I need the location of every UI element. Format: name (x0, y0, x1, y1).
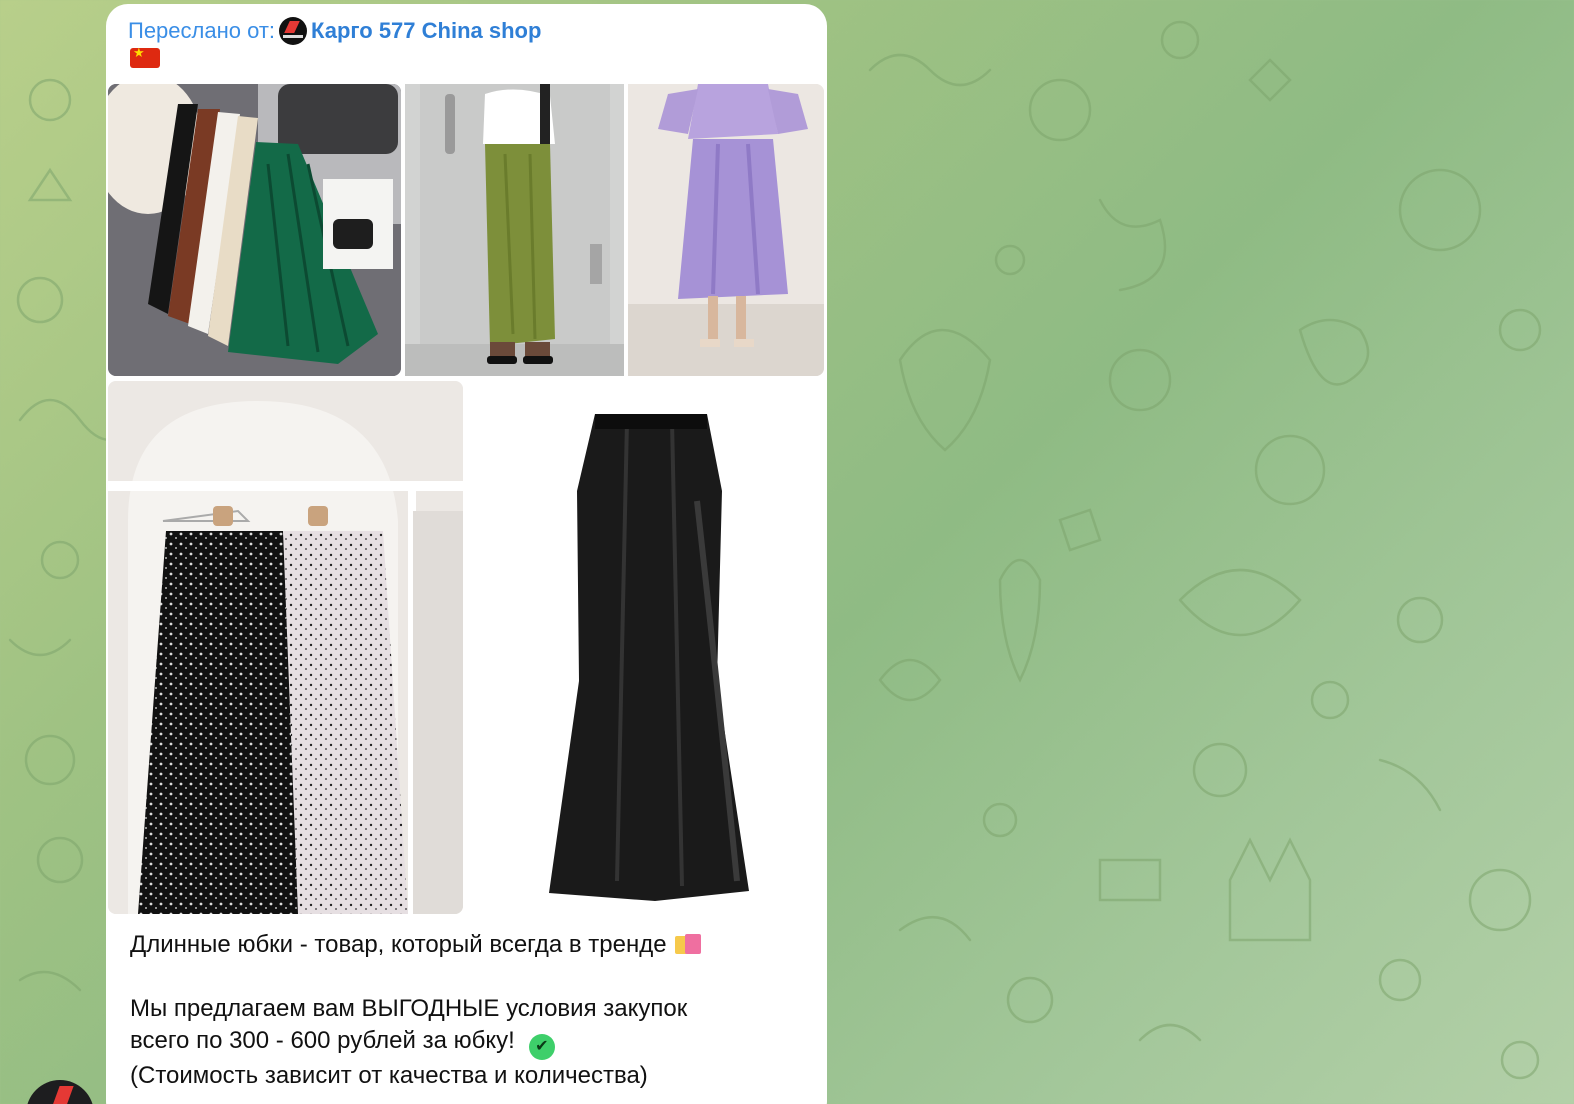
channel-name-link[interactable]: Карго 577 China shop (311, 18, 541, 44)
message-line-2: Мы предлагаем вам ВЫГОДНЫЕ условия закуп… (130, 995, 688, 1022)
message-line-1: Длинные юбки - товар, который всегда в т… (130, 928, 810, 961)
forwarded-message-bubble: Переслано от: Карго 577 China shop ★ Дли… (106, 4, 827, 1104)
message-line-3: всего по 300 - 600 рублей за юбку! ✔ (130, 1025, 810, 1060)
forward-label: Переслано от: (128, 18, 276, 43)
message-text: Длинные юбки - товар, который всегда в т… (130, 928, 810, 1092)
photo-pleated-skirts[interactable] (108, 84, 401, 376)
check-mark-icon: ✔ (528, 1034, 555, 1060)
photo-polka-dot-skirts[interactable] (108, 381, 463, 914)
channel-avatar-icon (279, 17, 308, 45)
forwarded-header[interactable]: Переслано от: Карго 577 China shop (128, 16, 541, 46)
photo-black-satin-skirt[interactable] (467, 381, 824, 914)
sender-avatar[interactable] (26, 1080, 94, 1104)
china-flag-icon (130, 45, 160, 68)
message-line-4: (Стоимость зависит от качества и количес… (130, 1062, 648, 1089)
photo-lilac-satin-skirt[interactable] (628, 84, 824, 376)
photo-green-satin-skirt[interactable] (405, 84, 624, 376)
shopping-bags-icon (673, 928, 703, 956)
